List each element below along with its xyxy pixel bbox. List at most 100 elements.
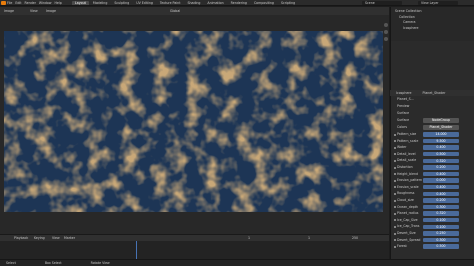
workspace-tab[interactable]: Shading [184, 1, 203, 6]
workspace-tab[interactable]: UV Editing [133, 1, 156, 6]
shader-input-row: Pattern_size 14.000 [394, 132, 465, 137]
outliner-row[interactable]: Icosphere [403, 26, 419, 31]
material-slot[interactable]: Planet_S... [397, 97, 465, 102]
shader-input-row: Detail_scale 0.320 [394, 158, 465, 164]
outliner-row[interactable]: Collection [399, 15, 415, 20]
outliner: Scene Collection Collection Camera Icospher… [390, 7, 474, 41]
input-value[interactable]: 0.300 [423, 204, 459, 210]
input-socket-icon[interactable] [394, 153, 396, 156]
view-menu[interactable]: View [30, 7, 38, 15]
image-mode-menu[interactable]: Image [4, 7, 14, 15]
zoom-icon[interactable] [383, 23, 388, 27]
input-socket-icon[interactable] [394, 219, 396, 222]
surface-section[interactable]: Surface [397, 111, 465, 116]
input-label: Pattern_scale [397, 138, 419, 143]
workspace-tab[interactable]: Compositing [251, 1, 277, 6]
input-label: Planet_radius [397, 211, 419, 216]
shader-input-row: Pattern_scale 9.500 [394, 138, 465, 144]
input-socket-icon[interactable] [394, 192, 396, 195]
input-socket-icon[interactable] [394, 225, 396, 228]
input-value[interactable]: 0.400 [423, 185, 459, 190]
input-value[interactable]: 0.500 [423, 244, 459, 249]
image-editor-tools [383, 20, 388, 100]
planet-texture-map [4, 31, 383, 212]
node-material[interactable]: Planet_Shader [423, 91, 446, 95]
input-value[interactable]: 9.500 [423, 138, 459, 144]
input-socket-icon[interactable] [394, 186, 396, 189]
view-layer-selector[interactable]: View Layer [418, 1, 458, 5]
menu-item[interactable]: File [7, 1, 12, 5]
playhead[interactable] [136, 241, 137, 259]
workspace-tab[interactable]: Rendering [228, 1, 250, 6]
image-editor-header: Image View Image Global [0, 7, 389, 15]
input-value[interactable]: 0.400 [423, 191, 459, 197]
timeline-header: Playback Keying View Marker 1 1 250 [0, 234, 389, 241]
input-label: Forest [397, 244, 407, 249]
input-label: Pattern_size [397, 132, 417, 136]
input-value[interactable]: 0.100 [423, 224, 459, 230]
input-socket-icon[interactable] [394, 166, 396, 169]
input-socket-icon[interactable] [394, 173, 396, 176]
scene-selector[interactable]: Scene [362, 1, 402, 5]
color-value[interactable]: Planet_Shader [423, 125, 459, 130]
input-value[interactable]: 0.250 [423, 231, 459, 236]
outliner-row[interactable]: Camera [403, 20, 416, 25]
timeline[interactable] [0, 241, 389, 259]
input-socket-icon[interactable] [394, 159, 396, 162]
input-socket-icon[interactable] [394, 239, 396, 242]
menu-item[interactable]: Help [54, 1, 61, 5]
pan-icon[interactable] [383, 30, 388, 34]
input-socket-icon[interactable] [394, 146, 396, 149]
grid-icon[interactable] [383, 37, 388, 41]
input-socket-icon[interactable] [394, 212, 396, 215]
shader-input-row: Ice_Cap_Trans 0.100 [394, 224, 465, 230]
status-rotate: Rotate View [90, 261, 110, 265]
land-region [4, 31, 383, 212]
outliner-row[interactable]: Scene Collection [395, 9, 422, 14]
workspace-tab[interactable]: Modeling [90, 1, 111, 6]
input-socket-icon[interactable] [394, 140, 396, 143]
menu-item[interactable]: Render [25, 1, 36, 5]
input-socket-icon[interactable] [394, 232, 396, 235]
menu-item[interactable]: Window [39, 1, 52, 5]
input-value[interactable]: 0.400 [423, 145, 459, 150]
input-socket-icon[interactable] [394, 245, 396, 248]
preview-section[interactable]: Preview [397, 104, 465, 109]
top-bar: File Edit Render Window Help Layout Modeling S… [0, 0, 474, 6]
input-value[interactable]: 0.400 [423, 171, 459, 177]
input-value[interactable]: 14.000 [423, 132, 459, 137]
image-menu[interactable]: Image [46, 7, 56, 15]
shader-input-row: Water 0.400 [394, 145, 465, 150]
workspace-tab[interactable]: Layout [72, 0, 89, 5]
input-socket-icon[interactable] [394, 133, 396, 136]
input-label: Desert_Size [397, 231, 416, 235]
input-socket-icon[interactable] [394, 199, 396, 202]
input-value[interactable]: 0.320 [423, 158, 459, 164]
input-socket-icon[interactable] [394, 206, 396, 209]
input-label: Ice_Cap_Trans [397, 224, 420, 229]
pivot-global[interactable]: Global [170, 7, 180, 15]
node-object[interactable]: Icosphere [396, 91, 412, 95]
input-label: Erosion_scale [397, 184, 419, 189]
workspace-tab[interactable]: Scripting [278, 1, 298, 6]
shader-input-row: Erosion_scale 0.400 [394, 184, 465, 190]
blender-logo-icon[interactable] [1, 1, 6, 5]
input-label: Detail_scale [397, 158, 417, 163]
input-value[interactable]: 0.300 [423, 237, 459, 243]
input-value[interactable]: 0.000 [423, 178, 459, 183]
menu-item[interactable]: Edit [15, 1, 21, 5]
input-value[interactable]: 0.320 [423, 211, 459, 216]
workspace-tab[interactable]: Texture Paint [157, 1, 184, 6]
main-menu: File Edit Render Window Help [7, 1, 62, 5]
input-value[interactable]: 0.500 [423, 152, 459, 157]
surface-value[interactable]: NodeGroup [423, 118, 459, 123]
input-socket-icon[interactable] [394, 179, 396, 182]
input-value[interactable]: 0.200 [423, 198, 459, 203]
workspace-tab[interactable]: Sculpting [111, 1, 132, 6]
properties-panel: Planet_Shader Planet_S... Preview Surfac… [390, 41, 474, 259]
input-value[interactable]: 0.200 [423, 165, 459, 170]
input-label: Cloud_size [397, 198, 414, 202]
input-value[interactable]: 0.100 [423, 218, 459, 223]
shader-input-row: Detail_level 0.500 [394, 152, 465, 157]
workspace-tab[interactable]: Animation [204, 1, 226, 6]
